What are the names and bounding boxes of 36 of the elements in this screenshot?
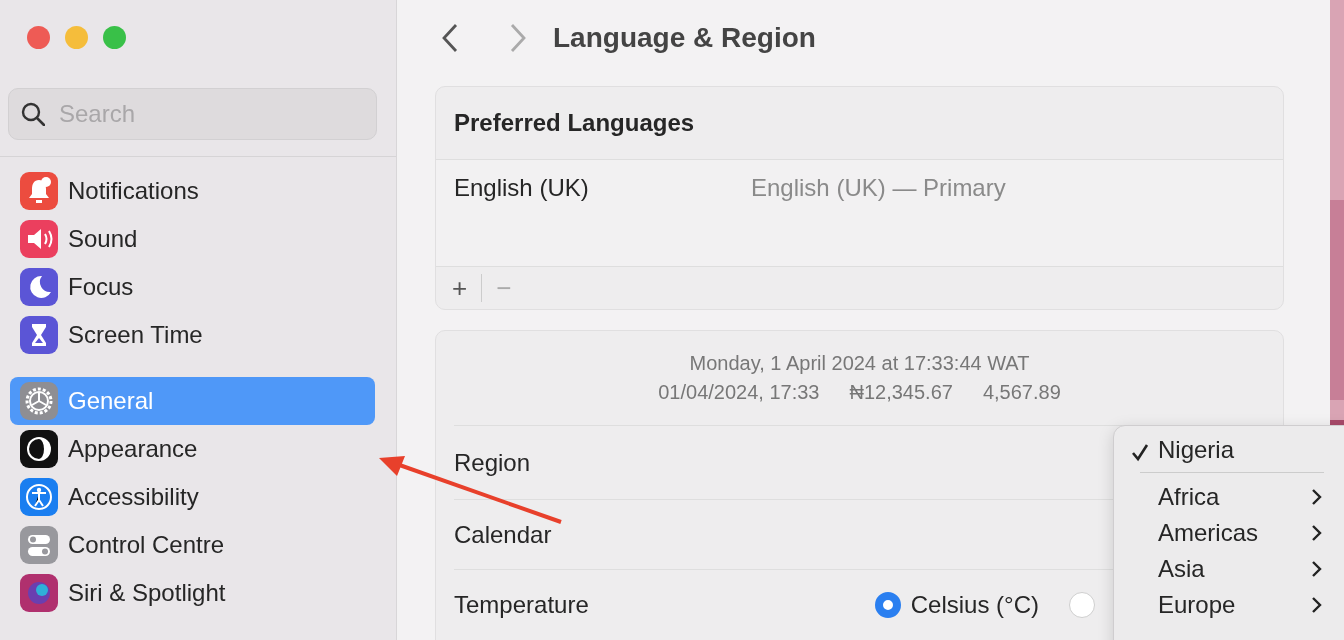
sidebar-item[interactable]: Sound [10, 215, 375, 263]
setting-label: Calendar [454, 519, 552, 550]
chevron-icon [1310, 559, 1324, 579]
sidebar-item[interactable]: Accessibility [10, 473, 375, 521]
radio-label: Celsius (°C) [910, 589, 1039, 620]
chevron-icon [1310, 595, 1324, 615]
search-icon [21, 102, 45, 126]
menu-item[interactable]: Africa [1114, 479, 1344, 515]
menu-item[interactable]: Asia [1114, 551, 1344, 587]
sidebar-item[interactable]: Control Centre [10, 521, 375, 569]
sidebar-item[interactable]: Appearance [10, 425, 375, 473]
setting-label: Temperature [454, 589, 589, 620]
section-title: Preferred Languages [454, 109, 695, 136]
date-preview: Monday, 1 April 2024 at 17:33:44 WAT [689, 352, 1030, 374]
page-title: Language & Region [553, 21, 816, 55]
language-detail: English (UK) — Primary [751, 173, 1006, 203]
sidebar-item[interactable]: Notifications [10, 167, 375, 215]
sidebar-item[interactable]: Siri & Spotlight [10, 569, 375, 617]
chevron-icon [1310, 523, 1324, 543]
setting-label: Region [454, 447, 531, 478]
chevron-icon [1310, 487, 1324, 507]
menu-item[interactable]: Nigeria [1114, 432, 1344, 468]
menu-item[interactable]: Americas [1114, 515, 1344, 551]
zoom-button[interactable] [103, 26, 126, 49]
format-preview: 4,567.89 [982, 380, 1061, 405]
add-button[interactable]: + [448, 268, 472, 308]
sidebar-item[interactable]: Screen Time [10, 311, 375, 359]
radio-button[interactable] [874, 591, 901, 618]
format-preview: ₦12,345.67 [849, 380, 953, 405]
close-button[interactable] [27, 26, 50, 49]
radio-button[interactable] [1069, 591, 1095, 618]
menu-item[interactable]: Europe [1114, 587, 1344, 623]
minimize-button[interactable] [65, 26, 88, 49]
language-name[interactable]: English (UK) [454, 170, 751, 206]
sidebar-item[interactable]: Focus [10, 263, 375, 311]
format-preview: 01/04/2024, 17:33 [658, 380, 820, 405]
